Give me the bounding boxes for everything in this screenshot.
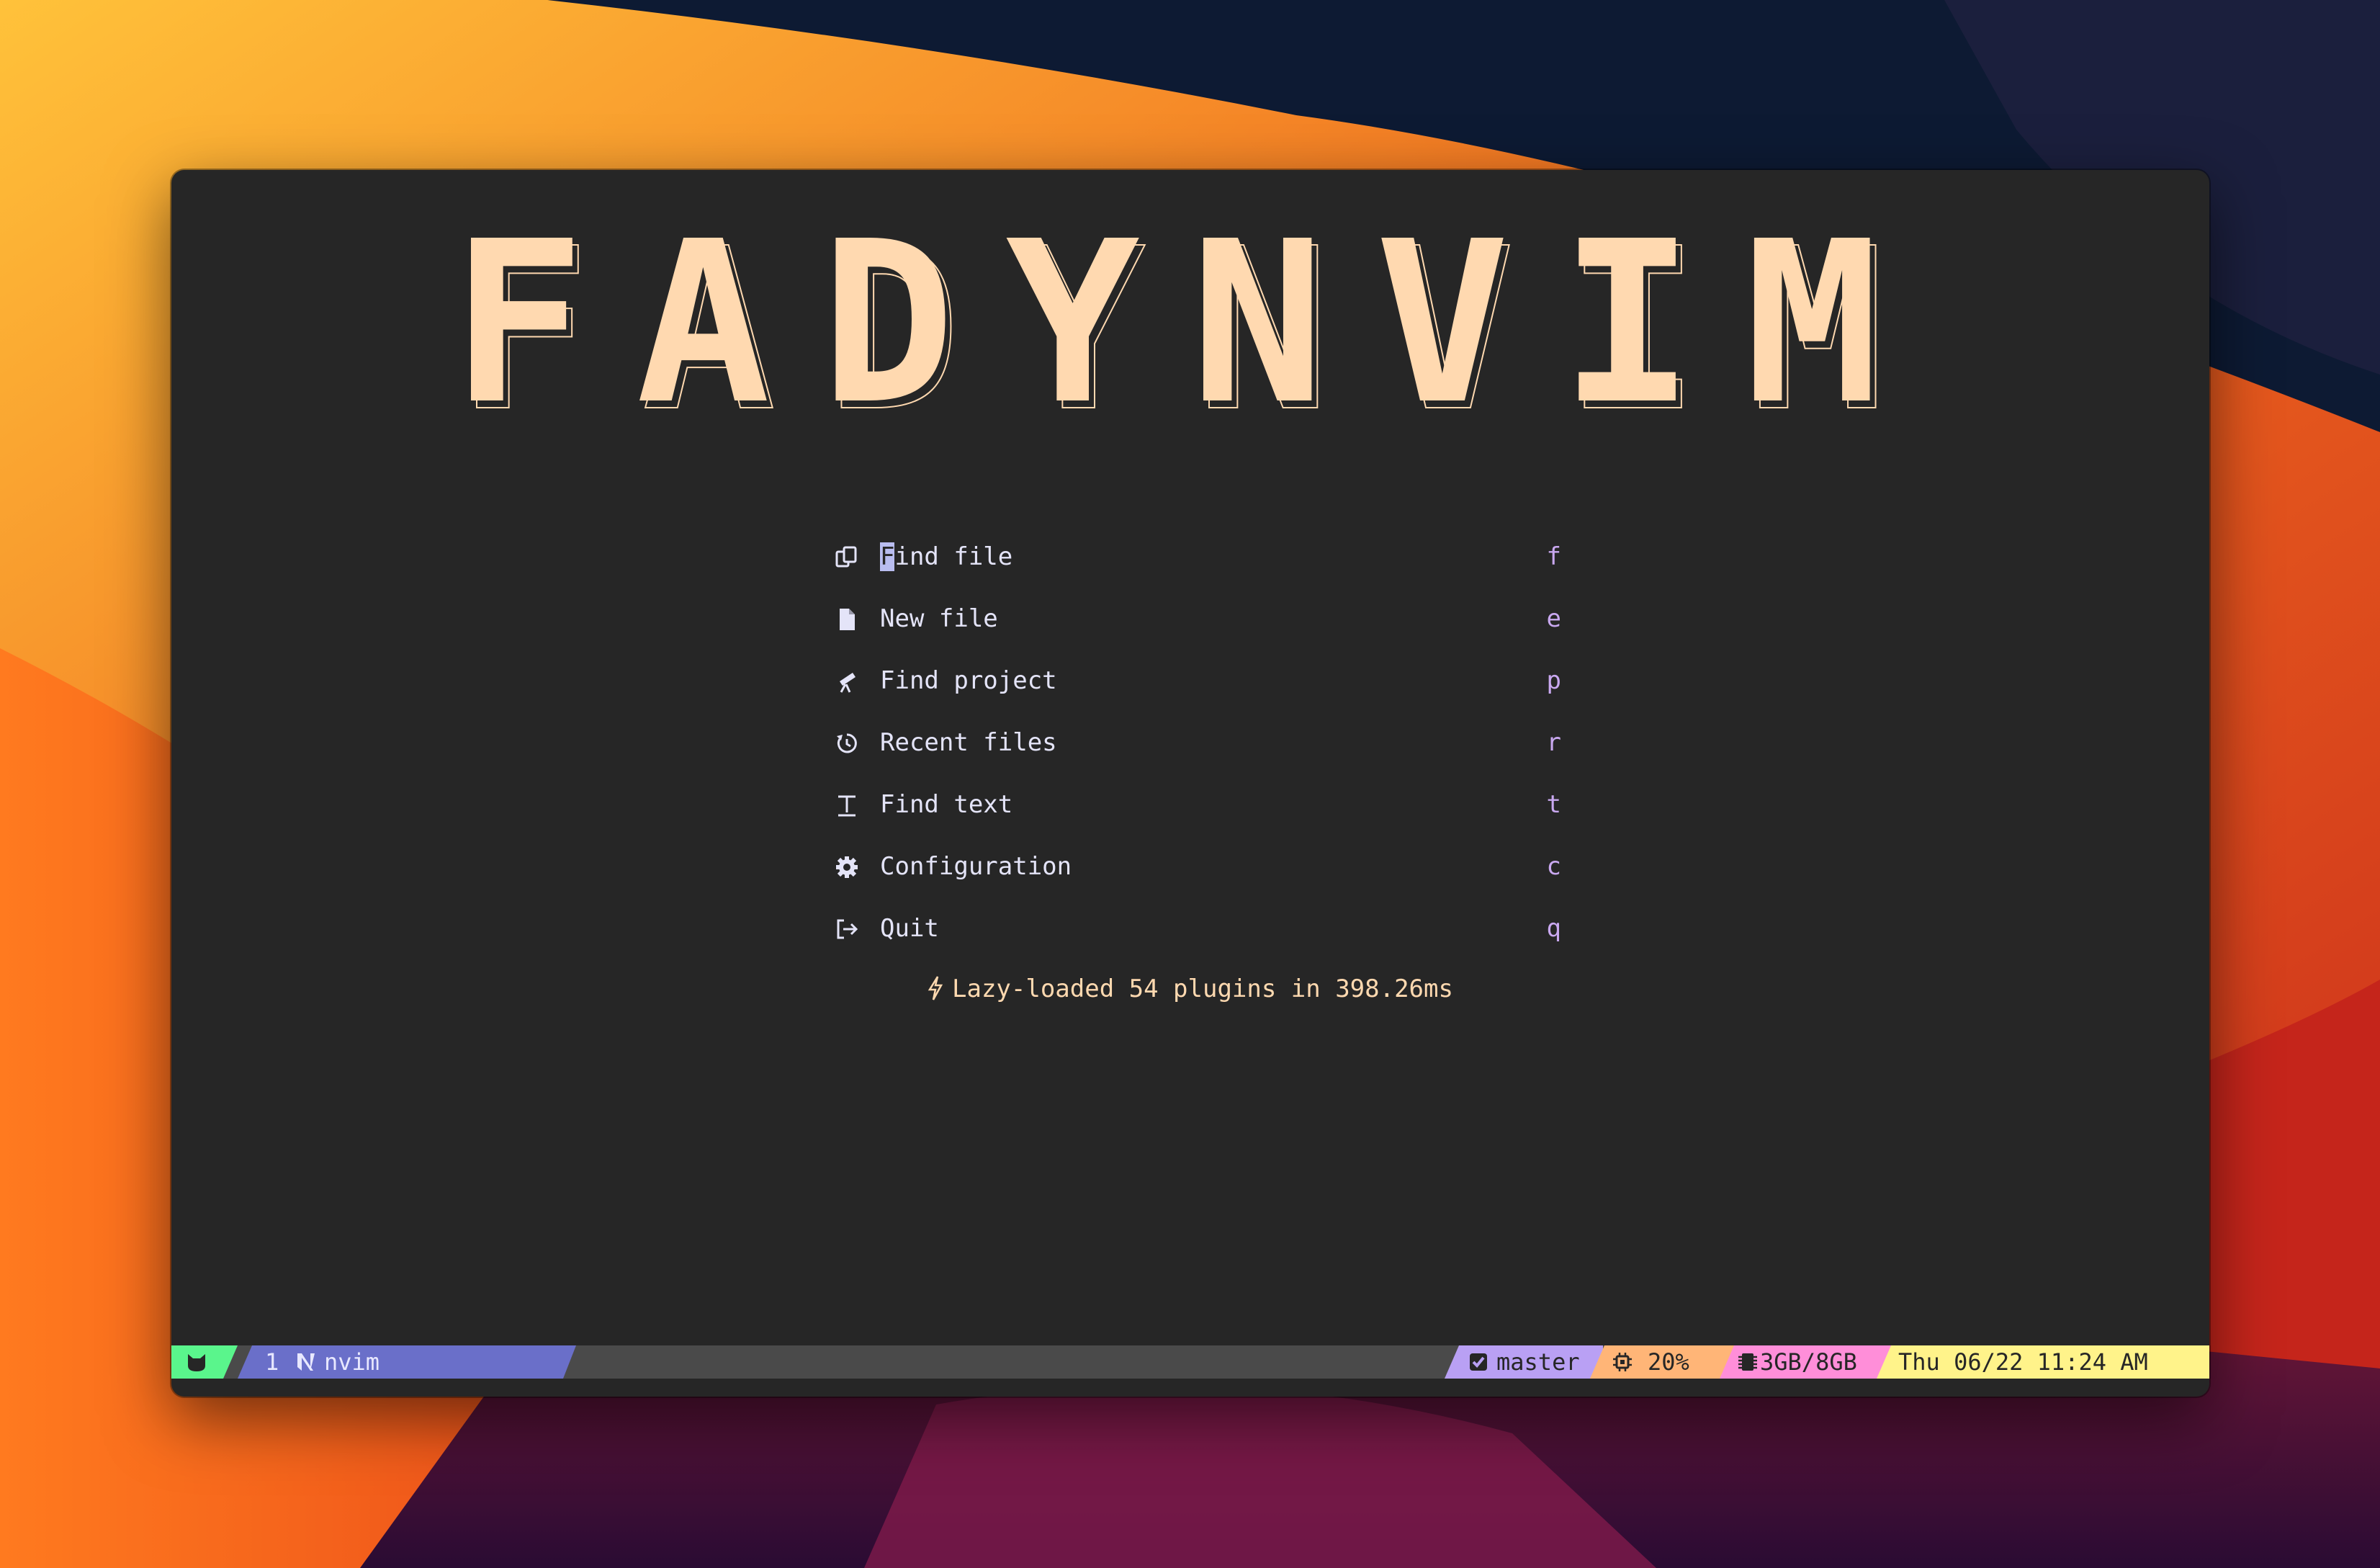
window-tab-nvim[interactable]: 1 nvim bbox=[238, 1345, 576, 1379]
menu-label-find-project: Find project bbox=[880, 666, 1057, 695]
cpu-usage: 20% bbox=[1648, 1348, 1689, 1376]
datetime: Thu 06/22 11:24 AM bbox=[1898, 1348, 2148, 1376]
copy-files-icon bbox=[835, 546, 857, 568]
datetime-segment: Thu 06/22 11:24 AM bbox=[1877, 1345, 2209, 1379]
shortcut-key: f bbox=[1546, 542, 1561, 571]
window-name: nvim bbox=[324, 1348, 380, 1376]
ascii-banner: FADYNVIM FADYNVIM bbox=[451, 194, 1929, 462]
menu-item-recent-files[interactable]: Recent files r bbox=[834, 716, 1561, 778]
memory-icon bbox=[1738, 1353, 1757, 1371]
dashboard-menu: Find file f New file e Find project p Re… bbox=[834, 530, 1561, 964]
menu-label-configuration: Configuration bbox=[880, 852, 1072, 881]
memory-segment: 3GB/8GB bbox=[1720, 1345, 1891, 1379]
neovim-logo-icon bbox=[295, 1351, 317, 1373]
shortcut-key: t bbox=[1546, 790, 1561, 819]
tmux-status-bar: 1 nvim master 20% 3GB/8GB Thu 06/22 11:2… bbox=[171, 1345, 2209, 1379]
menu-label-find-file: Find file bbox=[880, 542, 1013, 571]
cpu-segment: 20% bbox=[1590, 1345, 1734, 1379]
file-icon bbox=[840, 609, 855, 630]
history-icon bbox=[837, 733, 857, 753]
telescope-icon bbox=[840, 673, 856, 693]
menu-item-quit[interactable]: Quit q bbox=[834, 902, 1561, 964]
window-index: 1 bbox=[265, 1348, 279, 1376]
text-cursor: F bbox=[880, 542, 895, 571]
terminal-window: FADYNVIM FADYNVIM Find file f New file e bbox=[171, 170, 2209, 1397]
gear-icon bbox=[836, 856, 858, 878]
memory-usage: 3GB/8GB bbox=[1760, 1348, 1857, 1376]
shortcut-key: q bbox=[1546, 914, 1561, 943]
menu-label-find-text: Find text bbox=[880, 790, 1013, 819]
git-branch-segment: master bbox=[1445, 1345, 1603, 1379]
shortcut-key: e bbox=[1546, 604, 1561, 633]
startup-stats-text: Lazy-loaded 54 plugins in 398.26ms bbox=[952, 975, 1453, 1003]
cat-face-icon bbox=[186, 1351, 207, 1373]
text-icon bbox=[838, 795, 856, 817]
sign-out-icon bbox=[837, 919, 858, 939]
session-segment[interactable] bbox=[171, 1345, 238, 1379]
menu-item-find-file[interactable]: Find file f bbox=[834, 530, 1561, 592]
shortcut-key: c bbox=[1546, 852, 1561, 881]
banner-title: FADYNVIM bbox=[451, 194, 1929, 454]
menu-item-find-text[interactable]: Find text t bbox=[834, 778, 1561, 840]
menu-item-new-file[interactable]: New file e bbox=[834, 592, 1561, 654]
git-branch: master bbox=[1496, 1348, 1580, 1376]
menu-label-new-file: New file bbox=[880, 604, 998, 633]
cpu-chip-icon bbox=[1613, 1353, 1632, 1371]
menu-item-find-project[interactable]: Find project p bbox=[834, 654, 1561, 716]
checkbox-icon bbox=[1470, 1353, 1487, 1371]
menu-label-recent-files: Recent files bbox=[880, 728, 1057, 757]
menu-item-configuration[interactable]: Configuration c bbox=[834, 840, 1561, 902]
shortcut-key: r bbox=[1546, 728, 1561, 757]
menu-label-quit: Quit bbox=[880, 914, 939, 943]
shortcut-key: p bbox=[1546, 666, 1561, 695]
lightning-bolt-icon bbox=[928, 976, 943, 1000]
startup-stats: Lazy-loaded 54 plugins in 398.26ms bbox=[171, 972, 2209, 1005]
